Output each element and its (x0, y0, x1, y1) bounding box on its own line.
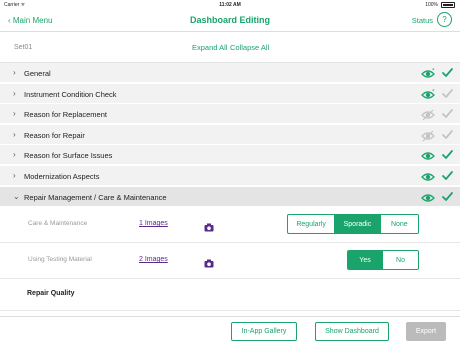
eye-hidden-icon[interactable] (421, 129, 435, 142)
status-ring-icon[interactable]: ? (437, 12, 452, 27)
page-title: Dashboard Editing (189, 15, 270, 25)
eye-icon[interactable]: * (421, 67, 435, 79)
divider (0, 310, 460, 311)
question-label: Care & Maintenance (28, 220, 88, 227)
question-row: Using Testing Material 2 Images Yes No (0, 243, 460, 279)
status-button[interactable]: Status (412, 16, 433, 25)
section-row[interactable]: ⌄ Repair Management / Care & Maintenance (0, 187, 460, 207)
chevron-right-icon: › (13, 109, 16, 118)
svg-text:*: * (432, 68, 435, 74)
images-link[interactable]: 1 Images (139, 220, 168, 227)
status-bar: Carrier ᯤ 11:02 AM 100% (0, 0, 460, 10)
segment-option[interactable]: Sporadic (335, 215, 381, 233)
clock: 11:02 AM (219, 2, 241, 8)
checkmark-icon[interactable] (441, 169, 454, 182)
segment-option[interactable]: None (381, 215, 418, 233)
svg-text:*: * (432, 89, 435, 95)
chevron-right-icon: › (13, 68, 16, 77)
checkmark-icon[interactable] (441, 128, 454, 141)
chevron-right-icon: › (13, 89, 16, 98)
section-name: Reason for Replacement (24, 110, 107, 119)
checkmark-icon[interactable] (441, 148, 454, 161)
eye-icon[interactable] (421, 149, 435, 161)
section-row[interactable]: › Reason for Replacement (0, 104, 460, 124)
battery-percentage: 100% (425, 2, 438, 8)
collapse-all-button[interactable]: Collapse All (230, 43, 269, 52)
footer-toolbar: In-App Gallery Show Dashboard Export (0, 316, 460, 345)
images-link[interactable]: 2 Images (139, 256, 168, 263)
question-label: Using Testing Material (28, 256, 92, 263)
eye-icon[interactable] (421, 170, 435, 182)
section-name: Modernization Aspects (24, 172, 100, 181)
export-button[interactable]: Export (406, 322, 446, 341)
checkmark-icon[interactable] (441, 87, 454, 100)
subheading-repair-quality: Repair Quality (27, 290, 75, 297)
checkmark-icon[interactable] (441, 66, 454, 79)
section-row[interactable]: › General * (0, 63, 460, 83)
segment-option[interactable]: No (383, 251, 418, 269)
section-row[interactable]: › Reason for Surface Issues (0, 145, 460, 165)
section-row[interactable]: › Reason for Repair (0, 125, 460, 145)
navigation-bar: ‹ Main Menu Dashboard Editing Status ? (0, 10, 460, 32)
chevron-right-icon: › (13, 171, 16, 180)
camera-icon[interactable] (204, 219, 214, 232)
section-name: Instrument Condition Check (24, 90, 117, 99)
in-app-gallery-button[interactable]: In-App Gallery (231, 322, 297, 341)
chevron-down-icon: ⌄ (13, 192, 20, 201)
section-row[interactable]: › Instrument Condition Check * (0, 84, 460, 104)
camera-icon[interactable] (204, 255, 214, 268)
chevron-right-icon: › (13, 130, 16, 139)
expand-all-button[interactable]: Expand All (192, 43, 227, 52)
segmented-control: Regularly Sporadic None (287, 214, 419, 234)
set-label: Set01 (14, 44, 33, 51)
checkmark-icon[interactable] (441, 107, 454, 120)
checkmark-icon[interactable] (441, 190, 454, 203)
eye-icon[interactable]: * (421, 88, 435, 100)
segment-option[interactable]: Regularly (288, 215, 336, 233)
eye-hidden-icon[interactable] (421, 108, 435, 121)
set-row: Set01 Expand All Collapse All (0, 33, 460, 63)
chevron-right-icon: › (13, 150, 16, 159)
section-name: Repair Management / Care & Maintenance (24, 193, 167, 202)
show-dashboard-button[interactable]: Show Dashboard (315, 322, 389, 341)
section-row[interactable]: › Modernization Aspects (0, 166, 460, 186)
section-name: Reason for Repair (24, 131, 85, 140)
eye-icon[interactable] (421, 191, 435, 203)
section-name: General (24, 69, 51, 78)
question-row: Care & Maintenance 1 Images Regularly Spora… (0, 207, 460, 243)
battery-icon (441, 2, 455, 8)
section-name: Reason for Surface Issues (24, 151, 113, 160)
segment-option[interactable]: Yes (348, 251, 384, 269)
segmented-control: Yes No (347, 250, 419, 270)
